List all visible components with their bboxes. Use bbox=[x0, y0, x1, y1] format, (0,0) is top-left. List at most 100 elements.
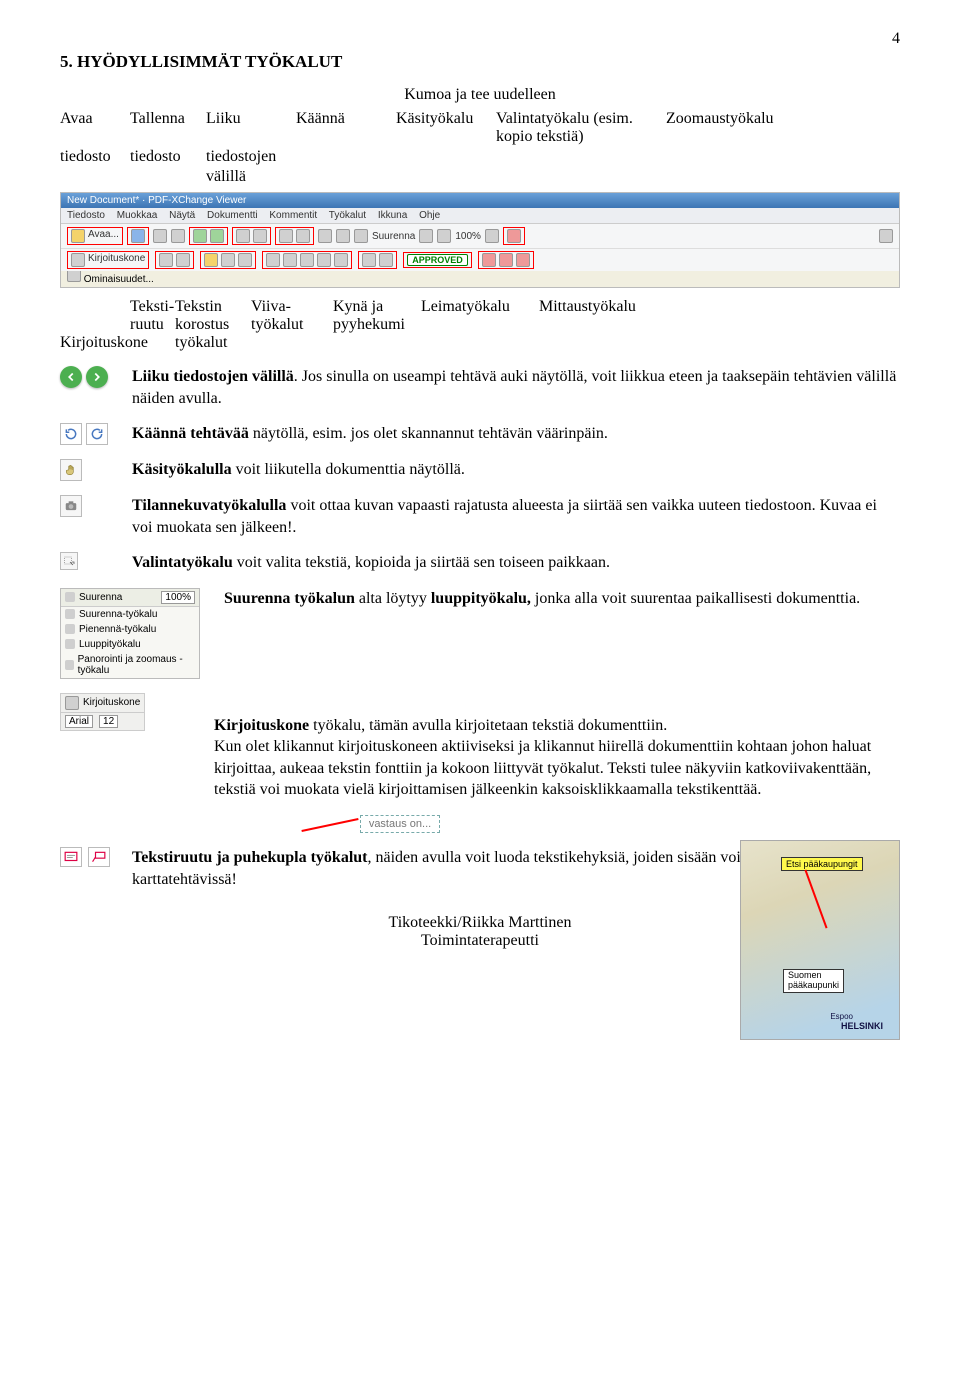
select-tool-icon[interactable] bbox=[60, 552, 78, 570]
label-pencil-2: pyyhekumi bbox=[333, 316, 421, 334]
measure2-icon[interactable] bbox=[499, 253, 513, 267]
desc-snapshot: Tilannekuvatyökalulla voit ottaa kuvan v… bbox=[132, 495, 900, 538]
zoom-out-icon[interactable] bbox=[419, 229, 433, 243]
textbox-callout-icons bbox=[60, 847, 110, 867]
undo-icon[interactable] bbox=[279, 229, 293, 243]
typewriter-label[interactable]: Kirjoituskone bbox=[88, 253, 145, 267]
label-open: Avaa bbox=[60, 110, 130, 146]
hand-tool-icon[interactable] bbox=[60, 459, 82, 481]
open-button[interactable]: Avaa... bbox=[88, 229, 119, 243]
rect-icon[interactable] bbox=[300, 253, 314, 267]
zoom-head-icon bbox=[65, 592, 75, 602]
zoom-item-3[interactable]: Luuppityökalu bbox=[79, 639, 141, 650]
arrow-icon[interactable] bbox=[283, 253, 297, 267]
zoom-item-2[interactable]: Pienennä-työkalu bbox=[79, 624, 156, 635]
label-save-2: tiedosto bbox=[130, 148, 206, 166]
font-size-field[interactable]: 12 bbox=[99, 715, 118, 728]
rotate-cw-icon[interactable] bbox=[253, 229, 267, 243]
select-icon[interactable] bbox=[354, 229, 368, 243]
rotate-ccw-box-icon[interactable] bbox=[60, 423, 82, 445]
menu-help[interactable]: Ohje bbox=[419, 210, 440, 221]
label-hand: Käsityökalu bbox=[396, 110, 496, 146]
app-toolbar-screenshot: New Document* · PDF-XChange Viewer Tiedo… bbox=[60, 192, 900, 266]
typewriter-tool-icon[interactable] bbox=[65, 696, 79, 710]
pencil-icon[interactable] bbox=[362, 253, 376, 267]
menu-comments[interactable]: Kommentit bbox=[269, 210, 317, 221]
underline-icon[interactable] bbox=[238, 253, 252, 267]
measure3-icon[interactable] bbox=[516, 253, 530, 267]
textbox-tool-icon[interactable] bbox=[60, 847, 82, 867]
rotate-ccw-icon[interactable] bbox=[236, 229, 250, 243]
map-city-helsinki: HELSINKI bbox=[841, 1021, 883, 1031]
zoom-item-1[interactable]: Suurenna-työkalu bbox=[79, 609, 157, 620]
zoom-tool-icon[interactable] bbox=[507, 229, 521, 243]
camera-icon[interactable] bbox=[336, 229, 350, 243]
desc-kaanna: Käännä tehtävää näytöllä, esim. jos olet… bbox=[132, 423, 900, 445]
label-pencil-1: Kynä ja bbox=[333, 298, 421, 316]
oval-icon[interactable] bbox=[317, 253, 331, 267]
redo-icon[interactable] bbox=[296, 229, 310, 243]
main-toolbar: Avaa... Suurenna 100% bbox=[61, 224, 899, 248]
zoom-head-label[interactable]: Suurenna bbox=[79, 592, 122, 603]
nav-forward-icon[interactable] bbox=[210, 229, 224, 243]
strike-icon[interactable] bbox=[221, 253, 235, 267]
print-icon[interactable] bbox=[153, 229, 167, 243]
typewriter-icon[interactable] bbox=[71, 253, 85, 267]
properties-button[interactable]: Ominaisuudet... bbox=[84, 274, 154, 285]
menu-edit[interactable]: Muokkaa bbox=[117, 210, 158, 221]
map-yellow-label: Etsi pääkaupungit bbox=[781, 857, 863, 871]
zoomout-icon bbox=[65, 624, 75, 634]
label-open-2: tiedosto bbox=[60, 148, 130, 166]
label-highlight-3: työkalut bbox=[175, 334, 251, 352]
mail-icon[interactable] bbox=[171, 229, 185, 243]
zoom-value[interactable]: 100% bbox=[455, 231, 481, 242]
poly-icon[interactable] bbox=[334, 253, 348, 267]
page-number: 4 bbox=[60, 30, 900, 48]
panzoom-icon bbox=[65, 660, 74, 670]
menu-window[interactable]: Ikkuna bbox=[378, 210, 407, 221]
map-white-label: Suomen pääkaupunki bbox=[783, 969, 844, 993]
rotate-cw-box-icon[interactable] bbox=[86, 423, 108, 445]
callout-icon[interactable] bbox=[176, 253, 190, 267]
eraser-icon[interactable] bbox=[379, 253, 393, 267]
label-rotate: Käännä bbox=[296, 110, 396, 146]
zoom-head-value[interactable]: 100% bbox=[161, 591, 195, 604]
misc-icon[interactable] bbox=[879, 229, 893, 243]
callout-tool-icon[interactable] bbox=[88, 847, 110, 867]
highlight-icon[interactable] bbox=[204, 253, 218, 267]
nav-back-icon[interactable] bbox=[193, 229, 207, 243]
rotate-icons bbox=[60, 423, 108, 445]
undo-redo-label: Kumoa ja tee uudelleen bbox=[60, 86, 900, 104]
label-line-2: työkalut bbox=[251, 316, 333, 334]
nav-arrows-icons bbox=[60, 366, 108, 388]
snapshot-icon[interactable] bbox=[60, 495, 82, 517]
second-toolbar: Kirjoituskone APPROVED bbox=[61, 248, 899, 271]
zoom-item-4[interactable]: Panorointi ja zoomaus -työkalu bbox=[78, 654, 195, 676]
menu-tools[interactable]: Työkalut bbox=[329, 210, 366, 221]
window-title: New Document* · PDF-XChange Viewer bbox=[61, 193, 899, 208]
font-name-field[interactable]: Arial bbox=[65, 715, 93, 728]
upper-labels-row1: Avaa Tallenna Liiku Käännä Käsityökalu V… bbox=[60, 110, 900, 146]
label-line-1: Viiva- bbox=[251, 298, 333, 316]
desc-typewriter: Kirjoituskone työkalu, tämän avulla kirj… bbox=[214, 693, 900, 801]
nav-back-green-icon[interactable] bbox=[60, 366, 82, 388]
menu-document[interactable]: Dokumentti bbox=[207, 210, 258, 221]
label-move-3: välillä bbox=[206, 168, 296, 186]
line-icon[interactable] bbox=[266, 253, 280, 267]
zoom-in-icon[interactable] bbox=[437, 229, 451, 243]
label-textbox-2: ruutu bbox=[130, 316, 175, 334]
fit-page-icon[interactable] bbox=[485, 229, 499, 243]
measure-icon[interactable] bbox=[482, 253, 496, 267]
save-icon[interactable] bbox=[131, 229, 145, 243]
label-typewriter: Kirjoituskone bbox=[60, 334, 175, 352]
stamp-approved[interactable]: APPROVED bbox=[407, 254, 468, 266]
upper-labels-row2: tiedosto tiedosto tiedostojen bbox=[60, 148, 900, 166]
textbox-icon[interactable] bbox=[159, 253, 173, 267]
nav-forward-green-icon[interactable] bbox=[86, 366, 108, 388]
menu-view[interactable]: Näytä bbox=[169, 210, 195, 221]
typewriter-row-label[interactable]: Kirjoituskone bbox=[83, 697, 140, 708]
menu-file[interactable]: Tiedosto bbox=[67, 210, 105, 221]
label-textbox-1: Teksti- bbox=[130, 298, 175, 316]
hand-icon[interactable] bbox=[318, 229, 332, 243]
open-icon[interactable] bbox=[71, 229, 85, 243]
